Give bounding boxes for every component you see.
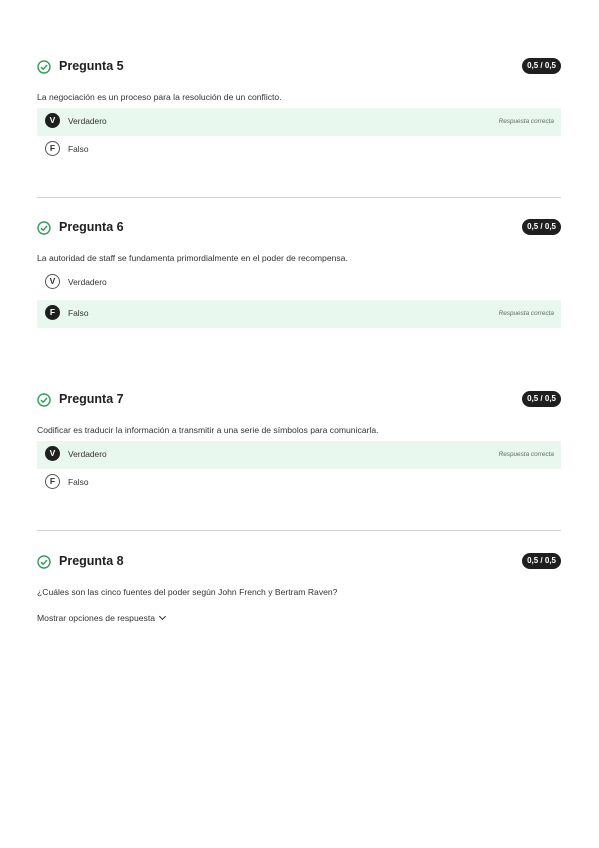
option-label: Falso (68, 144, 89, 154)
question-title: Pregunta 6 (59, 220, 124, 234)
result-text: Respuesta correcta (498, 451, 554, 458)
answer-option-false[interactable]: F Falso (37, 469, 561, 497)
question-8: Pregunta 8 0,5 / 0,5 ¿Cuáles son las cin… (37, 553, 561, 623)
question-header: Pregunta 6 0,5 / 0,5 (37, 219, 561, 239)
question-statement: Codificar es traducir la información a t… (37, 425, 379, 435)
option-label: Verdadero (68, 116, 107, 126)
result-text: Respuesta correcta (498, 310, 554, 317)
option-letter: V (45, 113, 60, 128)
question-title: Pregunta 8 (59, 554, 124, 568)
check-circle-icon (37, 393, 51, 407)
question-7: Pregunta 7 0,5 / 0,5 Codificar es traduc… (37, 391, 561, 497)
question-statement: La autoridad de staff se fundamenta prim… (37, 253, 348, 263)
question-header: Pregunta 5 0,5 / 0,5 (37, 58, 561, 78)
option-letter: V (45, 446, 60, 461)
question-title: Pregunta 5 (59, 59, 124, 73)
question-title: Pregunta 7 (59, 392, 124, 406)
option-label: Falso (68, 308, 89, 318)
answer-option-true[interactable]: V Verdadero (37, 269, 561, 297)
score-badge: 0,5 / 0,5 (522, 391, 561, 407)
answer-option-true[interactable]: V Verdadero Respuesta correcta (37, 108, 561, 136)
option-letter: F (45, 305, 60, 320)
option-letter: V (45, 274, 60, 289)
score-badge: 0,5 / 0,5 (522, 219, 561, 235)
option-label: Verdadero (68, 277, 107, 287)
question-header: Pregunta 8 0,5 / 0,5 (37, 553, 561, 573)
answer-option-true[interactable]: V Verdadero Respuesta correcta (37, 441, 561, 469)
show-options-label: Mostrar opciones de respuesta (37, 613, 155, 623)
option-label: Falso (68, 477, 89, 487)
question-statement: ¿Cuáles son las cinco fuentes del poder … (37, 587, 338, 597)
question-6: Pregunta 6 0,5 / 0,5 La autoridad de sta… (37, 219, 561, 328)
check-circle-icon (37, 555, 51, 569)
question-statement: La negociación es un proceso para la res… (37, 92, 282, 102)
answer-option-false[interactable]: F Falso (37, 136, 561, 164)
score-badge: 0,5 / 0,5 (522, 58, 561, 74)
option-letter: F (45, 141, 60, 156)
option-letter: F (45, 474, 60, 489)
result-text: Respuesta correcta (498, 118, 554, 125)
answer-option-false[interactable]: F Falso Respuesta correcta (37, 300, 561, 328)
check-circle-icon (37, 221, 51, 235)
chevron-down-icon (158, 612, 167, 621)
score-badge: 0,5 / 0,5 (522, 553, 561, 569)
divider (37, 197, 561, 198)
option-label: Verdadero (68, 449, 107, 459)
divider (37, 530, 561, 531)
question-header: Pregunta 7 0,5 / 0,5 (37, 391, 561, 411)
question-5: Pregunta 5 0,5 / 0,5 La negociación es u… (37, 58, 561, 164)
check-circle-icon (37, 60, 51, 74)
show-options-link[interactable]: Mostrar opciones de respuesta (37, 612, 561, 623)
